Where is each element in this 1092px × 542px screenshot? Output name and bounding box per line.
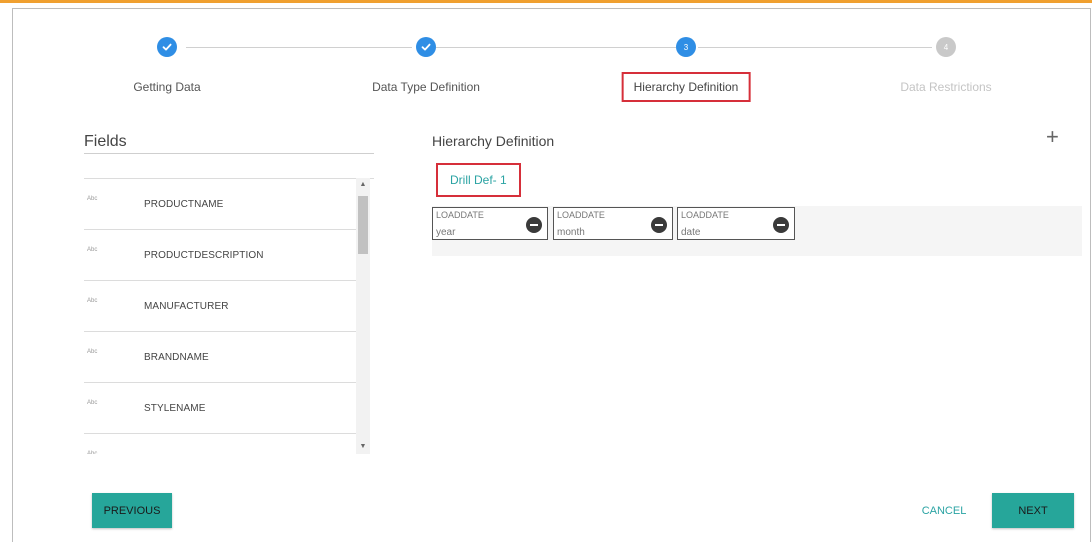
text-type-icon: Abc xyxy=(87,196,98,202)
hierarchy-level-chip[interactable]: LOADDATE month xyxy=(553,207,673,240)
level-name: date xyxy=(681,227,701,238)
text-type-icon: Abc xyxy=(87,349,98,355)
plus-icon[interactable]: + xyxy=(1046,126,1059,148)
fields-scrollbar[interactable]: ▲ ▼ xyxy=(356,178,370,454)
field-row[interactable]: Abc STYLENAME xyxy=(84,383,356,434)
step-4-number: 4 xyxy=(936,37,956,57)
text-type-icon: Abc xyxy=(87,451,98,454)
step-1-check-icon[interactable] xyxy=(157,37,177,57)
step-2-check-icon[interactable] xyxy=(416,37,436,57)
text-type-icon: Abc xyxy=(87,298,98,304)
step-connector xyxy=(436,47,676,48)
step-4-number-text: 4 xyxy=(943,42,949,52)
hierarchy-level-chip[interactable]: LOADDATE year xyxy=(432,207,548,240)
field-name: PRODUCTNAME xyxy=(144,199,224,210)
cancel-button[interactable]: CANCEL xyxy=(906,493,982,528)
fields-divider xyxy=(84,153,374,154)
top-accent-bar xyxy=(0,0,1092,3)
hierarchy-level-chip[interactable]: LOADDATE date xyxy=(677,207,795,240)
step-label-data-restrictions: Data Restrictions xyxy=(900,80,992,94)
field-name: MANUFACTURER xyxy=(144,301,229,312)
next-button[interactable]: NEXT xyxy=(992,493,1074,528)
field-row[interactable]: Abc PRODUCTNAME xyxy=(84,179,356,230)
level-name: year xyxy=(436,227,456,238)
level-field: LOADDATE xyxy=(557,210,605,220)
scroll-down-arrow-icon[interactable]: ▼ xyxy=(356,440,370,454)
hierarchy-title: Hierarchy Definition xyxy=(432,133,555,149)
field-row[interactable]: Abc xyxy=(84,434,356,454)
step-label-hierarchy-definition[interactable]: Hierarchy Definition xyxy=(621,72,751,102)
field-row[interactable]: Abc BRANDNAME xyxy=(84,332,356,383)
fields-title: Fields xyxy=(84,133,127,150)
previous-button[interactable]: PREVIOUS xyxy=(92,493,172,528)
level-name: month xyxy=(557,227,585,238)
scroll-up-arrow-icon[interactable]: ▲ xyxy=(356,178,370,192)
text-type-icon: Abc xyxy=(87,247,98,253)
step-3-number-text: 3 xyxy=(683,42,689,52)
step-label-data-type-definition[interactable]: Data Type Definition xyxy=(372,80,480,94)
fields-list[interactable]: Abc PRODUCTNAME Abc PRODUCTDESCRIPTION A… xyxy=(84,178,374,454)
field-name: BRANDNAME xyxy=(144,352,209,363)
field-row[interactable]: Abc PRODUCTDESCRIPTION xyxy=(84,230,356,281)
step-connector xyxy=(698,47,932,48)
field-row[interactable]: Abc MANUFACTURER xyxy=(84,281,356,332)
scroll-thumb[interactable] xyxy=(358,196,368,254)
field-name: PRODUCTDESCRIPTION xyxy=(144,250,264,261)
remove-circle-icon[interactable] xyxy=(526,217,542,233)
remove-circle-icon[interactable] xyxy=(651,217,667,233)
level-field: LOADDATE xyxy=(436,210,484,220)
remove-circle-icon[interactable] xyxy=(773,217,789,233)
text-type-icon: Abc xyxy=(87,400,98,406)
step-label-getting-data[interactable]: Getting Data xyxy=(133,80,200,94)
field-name: STYLENAME xyxy=(144,403,206,414)
step-3-number[interactable]: 3 xyxy=(676,37,696,57)
drill-definition-tab[interactable]: Drill Def- 1 xyxy=(436,163,521,197)
level-field: LOADDATE xyxy=(681,210,729,220)
step-connector xyxy=(186,47,412,48)
